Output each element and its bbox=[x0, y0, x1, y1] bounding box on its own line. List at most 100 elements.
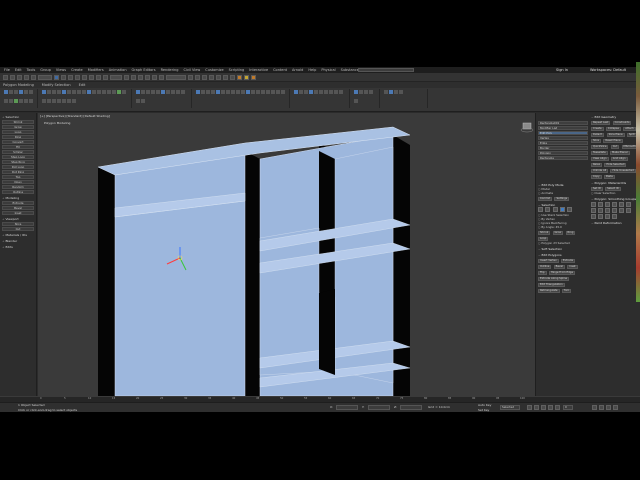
ribbon-group-label[interactable]: Modify Selection bbox=[42, 83, 71, 87]
commit-button[interactable]: Commit bbox=[538, 197, 553, 201]
material-editor-icon[interactable] bbox=[230, 74, 235, 80]
shrink-button[interactable]: Shrink bbox=[538, 231, 551, 235]
menu-item[interactable]: Group bbox=[40, 68, 51, 72]
key-mode-dropdown[interactable]: Selected bbox=[500, 405, 520, 410]
ring-button[interactable]: Ring bbox=[565, 231, 576, 235]
dot-loop-button[interactable]: Dot Loop bbox=[2, 165, 34, 169]
smoothing-group-button[interactable] bbox=[605, 202, 610, 207]
smoothing-group-button[interactable] bbox=[605, 214, 610, 219]
auto-key-button[interactable]: Auto Key bbox=[478, 403, 491, 407]
smoothing-group-button[interactable] bbox=[598, 208, 603, 213]
menu-item[interactable]: Edit bbox=[15, 68, 22, 72]
slice-plane-button[interactable]: Slice Plane bbox=[606, 133, 625, 137]
section-materials-header[interactable]: Materials / IDs bbox=[2, 233, 34, 237]
grid-align-button[interactable]: Grid Align bbox=[610, 157, 628, 161]
shelf-left-panel[interactable] bbox=[114, 152, 246, 396]
vertex-mode-icon[interactable] bbox=[538, 207, 543, 212]
cut-button[interactable]: Cut bbox=[2, 227, 34, 231]
reset-plane-button[interactable]: Reset Plane bbox=[603, 139, 623, 143]
menu-item[interactable]: Interactive bbox=[249, 68, 268, 72]
repeat-last-button[interactable]: Repeat Last bbox=[591, 121, 611, 125]
smoothing-group-button[interactable] bbox=[605, 208, 610, 213]
angle-snap-icon[interactable] bbox=[145, 74, 150, 80]
detach-button[interactable]: Detach bbox=[591, 133, 605, 137]
loop-button[interactable]: Loop bbox=[2, 130, 34, 134]
smoothing-group-button[interactable] bbox=[626, 208, 631, 213]
stack-item[interactable]: Border bbox=[538, 146, 588, 150]
menu-item[interactable]: Help bbox=[308, 68, 316, 72]
link-icon[interactable] bbox=[17, 74, 22, 80]
y-coord-field[interactable] bbox=[368, 405, 390, 410]
outline-button[interactable]: Outline bbox=[538, 265, 552, 269]
slice-button[interactable]: Slice bbox=[591, 139, 602, 143]
rectangular-selection-icon[interactable] bbox=[68, 74, 73, 80]
create-button[interactable]: Create bbox=[591, 127, 604, 131]
stack-item[interactable]: Rectangle bbox=[538, 156, 588, 160]
smoothing-group-button[interactable] bbox=[598, 202, 603, 207]
section-viewport-header[interactable]: Viewport bbox=[2, 217, 34, 221]
unhide-all-button[interactable]: Unhide All bbox=[591, 169, 609, 173]
menu-item[interactable]: Tools bbox=[27, 68, 36, 72]
perspective-viewport[interactable]: [+] [Perspective] [Standard] [Default Sh… bbox=[38, 113, 535, 396]
fill-button[interactable]: Fill bbox=[2, 145, 34, 149]
menu-item[interactable]: Graph Editors bbox=[132, 68, 156, 72]
polygon-mode-icon[interactable] bbox=[559, 207, 565, 212]
element-mode-icon[interactable] bbox=[567, 207, 573, 212]
random-button[interactable]: Random bbox=[2, 185, 34, 189]
material-ids-header[interactable]: Polygon: Material IDs bbox=[591, 181, 639, 185]
retriangulate-button[interactable]: Retriangulate bbox=[538, 289, 560, 293]
set-key-button[interactable]: Set Key bbox=[478, 408, 489, 412]
zoom-icon[interactable] bbox=[592, 405, 597, 410]
section-edits-header[interactable]: Edits bbox=[2, 245, 34, 249]
ribbon-group-label[interactable]: Polygon Modeling bbox=[3, 83, 34, 87]
grow-button[interactable]: Grow bbox=[552, 231, 564, 235]
extrude-button[interactable]: Extrude bbox=[2, 201, 34, 205]
pivot-icon[interactable] bbox=[124, 74, 129, 80]
outline-button[interactable]: Outline bbox=[2, 190, 34, 194]
orbit-icon[interactable] bbox=[606, 405, 611, 410]
x-coord-field[interactable] bbox=[336, 405, 358, 410]
similar-button[interactable]: Similar bbox=[2, 150, 34, 154]
soft-selection-header[interactable]: Soft Selection bbox=[538, 247, 588, 251]
spinner-snap-icon[interactable] bbox=[159, 74, 164, 80]
current-frame-field[interactable]: 0 bbox=[563, 405, 573, 410]
play-icon[interactable] bbox=[541, 405, 546, 410]
hinge-from-edge-button[interactable]: Hinge From Edge bbox=[548, 271, 576, 275]
view-cube-icon[interactable] bbox=[520, 122, 534, 133]
extrude-along-spline-button[interactable]: Extrude Along Spline bbox=[538, 277, 570, 281]
cut-button[interactable]: Cut bbox=[610, 145, 620, 149]
named-selection-dropdown[interactable] bbox=[166, 74, 186, 80]
curve-editor-icon[interactable] bbox=[216, 74, 221, 80]
align-icon[interactable] bbox=[195, 74, 200, 80]
search-input[interactable] bbox=[358, 68, 414, 72]
placement-icon[interactable] bbox=[103, 74, 108, 80]
menu-item[interactable]: Scripting bbox=[229, 68, 245, 72]
menu-item[interactable]: Create bbox=[71, 68, 83, 72]
section-selection-header[interactable]: Selection bbox=[2, 115, 34, 119]
object-name-field[interactable]: Rectangle001 bbox=[538, 121, 588, 125]
menu-item[interactable]: Customize bbox=[205, 68, 223, 72]
goto-start-icon[interactable] bbox=[527, 405, 532, 410]
render-setup-icon[interactable] bbox=[237, 74, 242, 80]
clear-selection-checkbox[interactable]: Clear Selection bbox=[591, 191, 639, 195]
scene-canvas[interactable] bbox=[38, 113, 535, 396]
edge-mode-icon[interactable] bbox=[545, 207, 551, 212]
stack-item[interactable]: Edge bbox=[538, 141, 588, 145]
collapse-button[interactable]: Collapse bbox=[605, 127, 621, 131]
menu-item[interactable]: Substance bbox=[341, 68, 359, 72]
window-crossing-icon[interactable] bbox=[75, 74, 80, 80]
edit-triangulation-button[interactable]: Edit Triangulation bbox=[538, 283, 565, 287]
tessellate-button[interactable]: Tessellate bbox=[591, 151, 608, 155]
snaps-toggle-icon[interactable] bbox=[138, 74, 143, 80]
mirror-icon[interactable] bbox=[188, 74, 193, 80]
schematic-view-icon[interactable] bbox=[223, 74, 228, 80]
section-blender-header[interactable]: Blender bbox=[2, 239, 34, 243]
rotate-icon[interactable] bbox=[89, 74, 94, 80]
settings-button[interactable]: Settings bbox=[554, 197, 570, 201]
stack-item[interactable]: Edit Poly bbox=[538, 131, 588, 135]
select-by-name-icon[interactable] bbox=[61, 74, 66, 80]
maximize-viewport-icon[interactable] bbox=[613, 405, 618, 410]
smoothing-group-button[interactable] bbox=[591, 202, 596, 207]
paint-deformation-header[interactable]: Paint Deformation bbox=[591, 221, 639, 225]
edit-polygons-header[interactable]: Edit Polygons bbox=[538, 253, 588, 257]
